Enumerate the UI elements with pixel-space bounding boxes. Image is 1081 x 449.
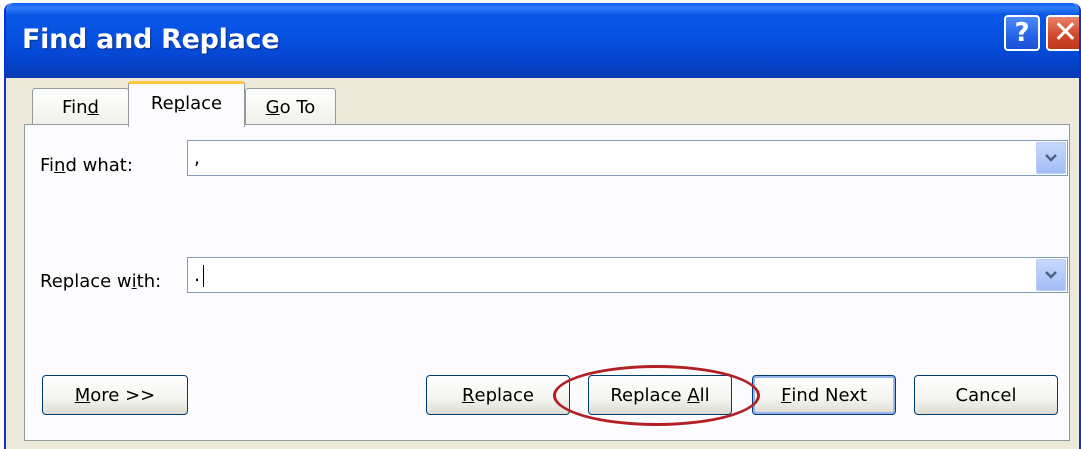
- tab-goto[interactable]: Go To: [245, 88, 336, 126]
- replace-with-label: Replace with:: [40, 271, 162, 292]
- tab-replace[interactable]: Re p lace: [128, 81, 245, 127]
- replace-all-button[interactable]: Replace All: [588, 375, 732, 415]
- help-button[interactable]: ?: [1004, 15, 1040, 51]
- find-replace-dialog: Find and Replace ? ✕ Fin d Re p lace Go To …: [4, 3, 1081, 449]
- text-cursor: [203, 265, 204, 287]
- close-button[interactable]: ✕: [1046, 15, 1079, 51]
- tab-goto-accesskey: G: [265, 97, 280, 118]
- tab-find[interactable]: Fin d: [32, 88, 129, 126]
- replace-with-input[interactable]: .: [194, 264, 200, 286]
- tab-replace-accesskey: p: [173, 93, 186, 114]
- find-next-button[interactable]: Find Next: [752, 375, 896, 415]
- tab-find-label: Fin: [62, 97, 88, 118]
- tab-replace-label: Re: [150, 93, 174, 114]
- more-button[interactable]: More >>: [42, 375, 188, 415]
- tab-find-accesskey: d: [87, 97, 99, 118]
- cancel-button[interactable]: Cancel: [914, 375, 1058, 415]
- replace-button[interactable]: Replace: [426, 375, 570, 415]
- find-what-input[interactable]: ,: [194, 147, 200, 169]
- chevron-down-icon: [1045, 154, 1057, 162]
- find-what-combobox[interactable]: ,: [187, 140, 1068, 176]
- replace-with-combobox[interactable]: .: [187, 257, 1068, 293]
- title-bar[interactable]: Find and Replace ? ✕: [6, 3, 1079, 78]
- chevron-down-icon: [1045, 271, 1057, 279]
- help-icon: ?: [1014, 18, 1030, 48]
- find-what-label: Find what:: [40, 155, 133, 176]
- close-icon: ✕: [1052, 15, 1079, 50]
- tab-replace-label-rest: lace: [185, 93, 223, 114]
- find-what-dropdown-button[interactable]: [1036, 142, 1066, 174]
- tab-goto-label: o To: [279, 97, 316, 118]
- dialog-title: Find and Replace: [22, 24, 280, 55]
- replace-with-dropdown-button[interactable]: [1036, 259, 1066, 291]
